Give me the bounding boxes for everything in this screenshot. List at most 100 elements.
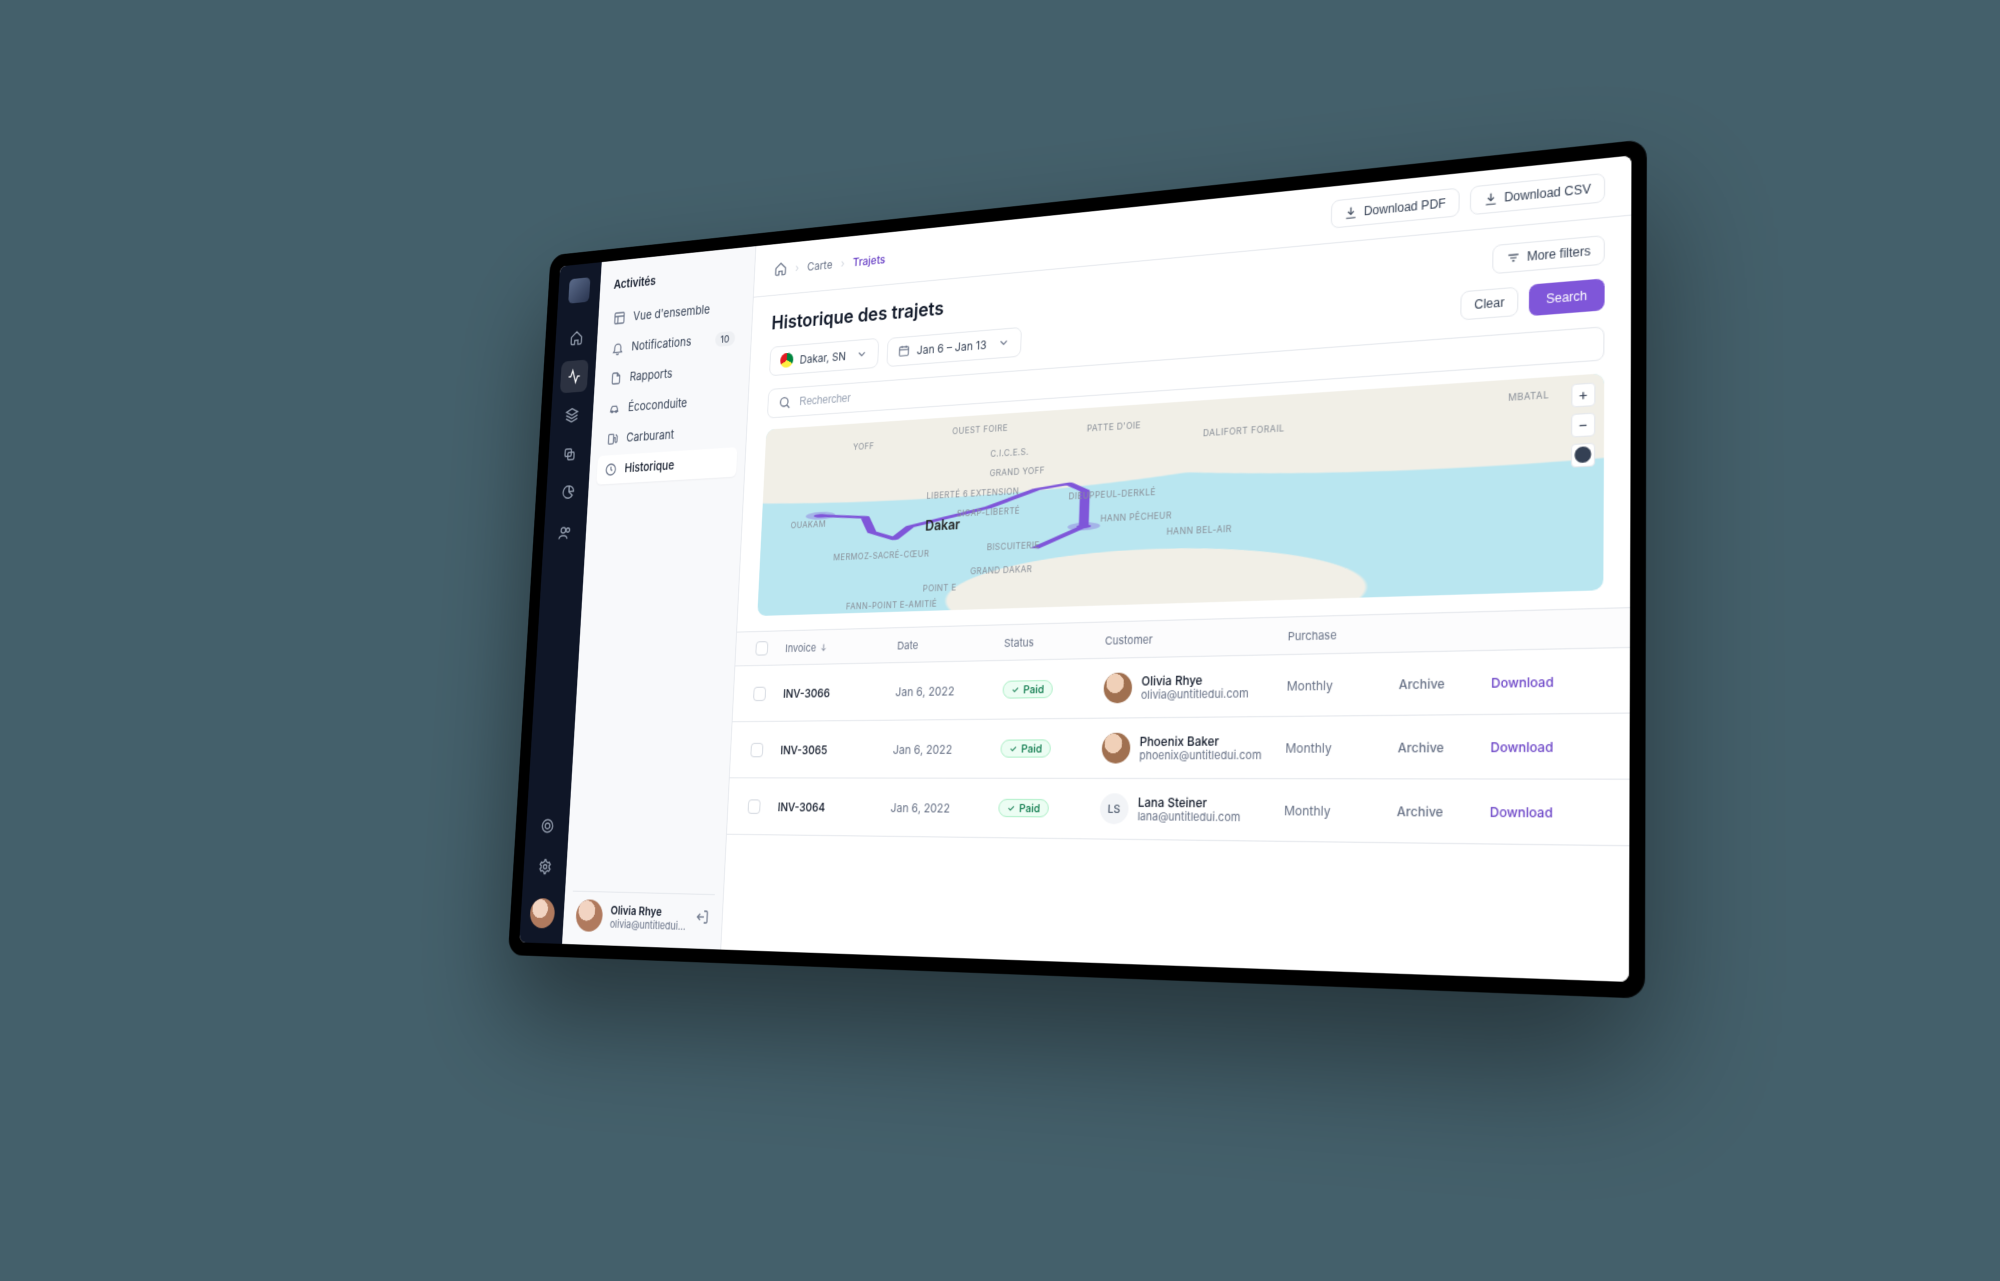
purchase-type: Monthly <box>1286 675 1390 692</box>
invoice-date: Jan 6, 2022 <box>890 799 991 815</box>
download-link[interactable]: Download <box>1491 672 1603 690</box>
search-button[interactable]: Search <box>1529 278 1605 316</box>
rail-avatar[interactable] <box>529 898 555 929</box>
notification-badge: 10 <box>715 330 736 346</box>
search-icon <box>778 394 792 410</box>
archive-link[interactable]: Archive <box>1397 802 1482 819</box>
user-name: Olivia Rhye <box>610 902 688 918</box>
crumb-sep: › <box>840 255 844 269</box>
trips-table: Invoice Date Status Customer Purchase IN… <box>721 607 1630 982</box>
map-label: GRAND DAKAR <box>970 564 1032 577</box>
invoice-date: Jan 6, 2022 <box>895 682 995 698</box>
avatar: LS <box>1099 793 1128 824</box>
rail-layers[interactable] <box>558 398 587 432</box>
chevron-down-icon <box>997 335 1010 349</box>
file-icon <box>610 370 623 385</box>
table-row: INV-3065Jan 6, 2022PaidPhoenix Bakerphoe… <box>730 713 1630 779</box>
row-checkbox[interactable] <box>753 686 766 700</box>
home-icon <box>569 329 583 346</box>
customer-email: lana@untitledui.com <box>1137 809 1240 824</box>
home-icon[interactable] <box>774 260 788 276</box>
car-icon <box>608 401 621 416</box>
map-zoom-out[interactable]: − <box>1571 412 1595 437</box>
col-customer[interactable]: Customer <box>1105 628 1280 648</box>
row-checkbox[interactable] <box>748 798 761 813</box>
map-city-label: Dakar <box>925 516 960 534</box>
more-filters-button[interactable]: More filters <box>1492 234 1605 273</box>
rail-users[interactable] <box>550 516 579 550</box>
map-label: HANN BEL-AIR <box>1166 523 1232 537</box>
col-date[interactable]: Date <box>897 635 997 652</box>
app-logo-icon <box>568 277 590 304</box>
select-all-checkbox[interactable] <box>755 641 768 655</box>
activity-icon <box>567 368 581 385</box>
customer-email: phoenix@untitledui.com <box>1139 748 1262 763</box>
map-label: POINT E <box>923 582 957 594</box>
arrow-down-icon <box>819 642 828 652</box>
copy-icon <box>562 445 576 462</box>
layers-icon <box>565 406 579 423</box>
app-window: Activités Vue d'ensemble Notifications 1… <box>519 155 1631 981</box>
location-select[interactable]: Dakar, SN <box>769 337 879 375</box>
invoice-id: INV-3066 <box>783 684 889 700</box>
col-invoice[interactable]: Invoice <box>785 638 891 655</box>
col-status[interactable]: Status <box>1004 632 1098 649</box>
map-zoom-in[interactable]: + <box>1571 382 1595 407</box>
purchase-type: Monthly <box>1285 738 1390 754</box>
nav-item-label: Vue d'ensemble <box>633 302 711 323</box>
breadcrumb: › Carte › Trajets <box>774 251 886 277</box>
col-purchase[interactable]: Purchase <box>1288 625 1392 643</box>
download-link[interactable]: Download <box>1490 737 1602 754</box>
crumb-item[interactable]: Carte <box>807 256 833 272</box>
gear-icon <box>538 858 553 875</box>
map-pegman[interactable]: ⬤ <box>1571 442 1595 467</box>
rail-home[interactable] <box>562 320 591 354</box>
check-icon <box>1008 743 1017 753</box>
crumb-sep: › <box>795 260 799 274</box>
status-badge: Paid <box>1000 739 1051 757</box>
logout-icon <box>695 909 709 925</box>
user-avatar[interactable] <box>575 899 603 932</box>
lifebuoy-icon <box>540 817 555 834</box>
archive-link[interactable]: Archive <box>1398 738 1482 755</box>
nav-item-label: Carburant <box>626 427 674 445</box>
bell-icon <box>611 340 624 355</box>
customer-cell: Olivia Rhyeolivia@untitledui.com <box>1103 669 1279 703</box>
map-label: OUAKAM <box>790 519 826 531</box>
purchase-type: Monthly <box>1284 801 1389 818</box>
daterange-select[interactable]: Jan 6 – Jan 13 <box>886 326 1021 366</box>
chevron-down-icon <box>856 347 868 361</box>
customer-cell: LSLana Steinerlana@untitledui.com <box>1099 793 1276 826</box>
rail-help[interactable] <box>533 809 562 843</box>
check-icon <box>1010 684 1019 694</box>
archive-link[interactable]: Archive <box>1399 674 1483 691</box>
clock-icon <box>604 462 617 477</box>
nav-item-label: Historique <box>624 458 674 476</box>
row-checkbox[interactable] <box>750 742 763 756</box>
status-badge: Paid <box>998 798 1049 817</box>
nav-item-label: Rapports <box>629 366 672 384</box>
flag-icon <box>780 352 794 368</box>
calendar-icon <box>898 343 910 357</box>
status-badge: Paid <box>1002 679 1053 698</box>
logout-button[interactable] <box>695 909 709 929</box>
layout-icon <box>613 310 626 325</box>
rail-pie[interactable] <box>553 476 582 510</box>
avatar <box>1101 732 1130 763</box>
download-csv-button[interactable]: Download CSV <box>1469 172 1605 214</box>
user-email: olivia@untitledui.com <box>610 916 688 932</box>
table-row: INV-3064Jan 6, 2022PaidLSLana Steinerlan… <box>727 778 1630 846</box>
rail-activity[interactable] <box>560 359 589 393</box>
download-pdf-button[interactable]: Download PDF <box>1331 187 1460 228</box>
download-link[interactable]: Download <box>1490 803 1603 820</box>
clear-button[interactable]: Clear <box>1461 286 1519 320</box>
rail-copy[interactable] <box>555 437 584 471</box>
pie-icon <box>560 485 574 502</box>
map-label: BISCUITERIE <box>987 540 1040 553</box>
rail-settings[interactable] <box>530 849 559 883</box>
customer-name: Phoenix Baker <box>1139 732 1262 748</box>
users-icon <box>558 524 572 541</box>
download-icon <box>1483 190 1498 206</box>
nav-item-label: Notifications <box>631 334 692 353</box>
check-icon <box>1006 802 1015 812</box>
